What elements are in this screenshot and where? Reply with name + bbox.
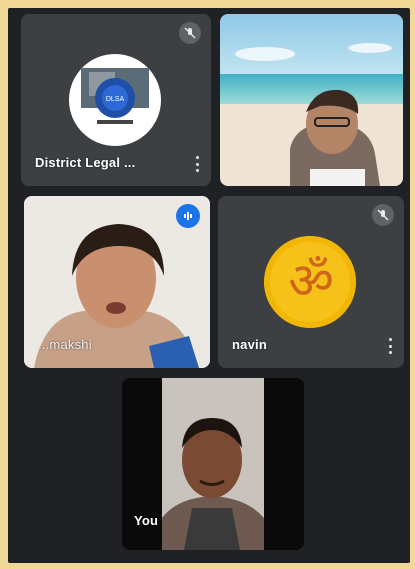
svg-text:DLSA: DLSA bbox=[106, 96, 125, 103]
participant-name: ...makshi bbox=[38, 337, 92, 352]
participant-tile-district-legal[interactable]: DLSA District Legal ... bbox=[21, 14, 211, 186]
om-symbol-avatar: ॐ bbox=[264, 236, 356, 328]
participant-video bbox=[220, 14, 403, 186]
participant-name: District Legal ... bbox=[35, 155, 136, 170]
mic-off-icon bbox=[179, 22, 201, 44]
participant-tile-navin[interactable]: ॐ navin bbox=[218, 196, 404, 368]
more-options-icon[interactable] bbox=[195, 156, 199, 172]
court-logo-avatar: DLSA bbox=[69, 54, 161, 146]
self-view-tile[interactable]: You bbox=[122, 378, 304, 550]
more-options-icon[interactable] bbox=[388, 338, 392, 354]
participant-name: navin bbox=[232, 337, 267, 352]
svg-text:ॐ: ॐ bbox=[288, 252, 334, 310]
mic-off-icon bbox=[372, 204, 394, 226]
participant-tile-speaking[interactable]: ...makshi bbox=[24, 196, 210, 368]
participant-tile-video[interactable] bbox=[220, 14, 403, 186]
participant-name: You bbox=[134, 513, 159, 528]
speaking-indicator-icon bbox=[176, 204, 200, 228]
